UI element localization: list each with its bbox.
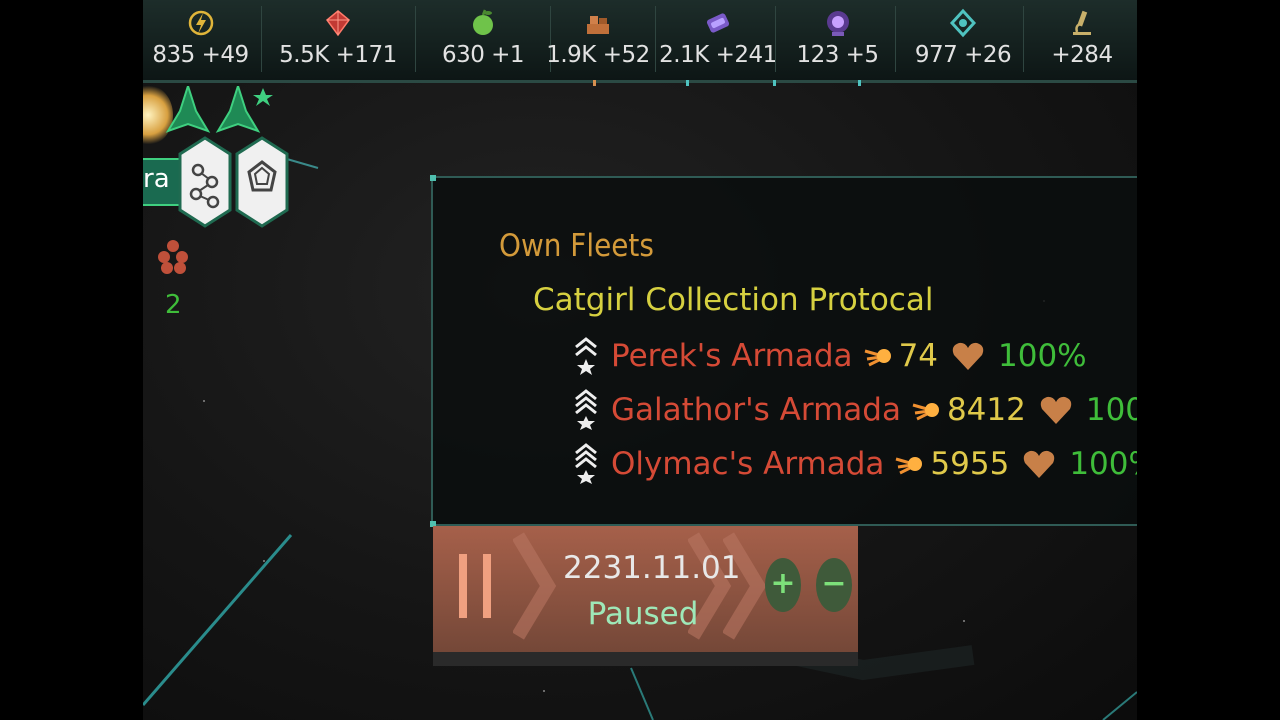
fleet-power: 74 (898, 338, 939, 374)
fleet-name: Galathor's Armada (611, 392, 901, 428)
fleet-row: Perek's Armada 74 100% (573, 331, 1087, 381)
minerals-icon (325, 10, 351, 37)
pause-status: Paused (587, 596, 699, 632)
game-date: 2231.11.01 (563, 550, 741, 586)
resource-food[interactable]: 630 +1 (418, 0, 548, 80)
research-icon (1073, 10, 1091, 35)
resource-bar: 835 +49 5.5K +171 630 +1 1.9K +52 2.1K +… (143, 0, 1137, 86)
planet-label-bar[interactable]: ra (143, 158, 183, 206)
resource-consumer-goods[interactable]: 2.1K +241 (648, 0, 788, 80)
planet-modifier-button[interactable] (178, 136, 232, 228)
planet-label: ra (143, 164, 170, 194)
fleet-name: Perek's Armada (611, 338, 853, 374)
minerals-value: 5.5K +171 (279, 42, 397, 68)
food-icon (473, 9, 493, 35)
energy-value: 835 +49 (152, 42, 249, 68)
rank-chevron-icon (575, 389, 597, 430)
resource-research[interactable]: +284 (1028, 0, 1136, 80)
resource-minerals[interactable]: 5.5K +171 (263, 0, 413, 80)
resource-influence[interactable]: 123 +5 (775, 0, 900, 80)
resource-energy[interactable]: 835 +49 (143, 0, 258, 80)
pops-count: 2 (165, 290, 182, 320)
health-heart-icon (952, 342, 984, 370)
unity-value: 977 +26 (914, 42, 1012, 68)
pause-button[interactable] (455, 554, 497, 618)
rank-chevron-icon (575, 443, 597, 484)
fleet-power-icon (895, 457, 923, 475)
pops-icon (158, 240, 188, 274)
rank-chevron-icon (575, 337, 597, 375)
tooltip-faction: Catgirl Collection Protocal (533, 282, 934, 318)
fleet-name: Olymac's Armada (611, 446, 885, 482)
speed-down-button[interactable]: − (816, 558, 852, 612)
fleet-tooltip: Own Fleets Catgirl Collection Protocal P… (430, 175, 1137, 527)
alloys-value: 1.9K +52 (546, 42, 650, 68)
fleet-power: 5955 (930, 446, 1010, 482)
influence-icon (826, 11, 849, 36)
resource-alloys[interactable]: 1.9K +52 (533, 0, 663, 80)
fleet-power: 8412 (946, 392, 1026, 428)
fleet-power-icon (912, 403, 939, 421)
time-progress-strip (433, 652, 858, 666)
fleet-health: 100% (998, 338, 1087, 374)
research-value: +284 (1051, 42, 1113, 68)
fleet-row: Galathor's Armada 8412 100% (573, 385, 1137, 435)
alloys-icon (587, 16, 609, 34)
unity-icon (949, 8, 977, 38)
energy-icon (188, 10, 213, 36)
consumer-goods-icon (706, 13, 730, 33)
fleet-row: Olymac's Armada 5955 100% (573, 439, 1137, 489)
health-heart-icon (1040, 396, 1072, 424)
influence-value: 123 +5 (796, 42, 879, 68)
speed-up-button[interactable]: + (765, 558, 801, 612)
galaxy-map[interactable]: 835 +49 5.5K +171 630 +1 1.9K +52 2.1K +… (143, 0, 1137, 720)
tooltip-heading: Own Fleets (499, 228, 654, 264)
speed-chevron-icon (513, 532, 557, 640)
food-value: 630 +1 (441, 42, 525, 68)
planet-feature-button[interactable] (235, 136, 289, 228)
fleet-power-icon (864, 349, 891, 367)
consumer-goods-value: 2.1K +241 (659, 42, 777, 68)
fleet-health: 100% (1069, 446, 1137, 482)
fleet-health: 100% (1085, 392, 1137, 428)
health-heart-icon (1024, 450, 1055, 478)
time-control-panel: 2231.11.01 Paused + − (433, 526, 858, 666)
resource-unity[interactable]: 977 +26 (898, 0, 1028, 80)
